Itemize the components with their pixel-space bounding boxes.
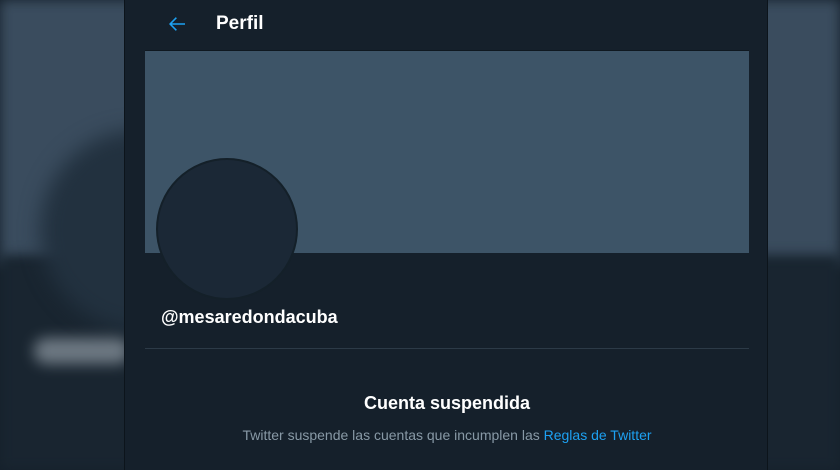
suspension-text: Twitter suspende las cuentas que incumpl… xyxy=(242,427,544,443)
profile-header: Perfil xyxy=(145,0,749,51)
suspension-title: Cuenta suspendida xyxy=(363,393,531,413)
twitter-rules-link[interactable]: Reglas de Twitter xyxy=(544,427,652,443)
blurred-handle xyxy=(34,338,130,364)
divider xyxy=(145,348,749,349)
arrow-left-icon[interactable] xyxy=(165,12,189,36)
page-title: Perfil xyxy=(216,13,264,34)
profile-panel: Perfil @mesaredondacuba Cuenta suspendid… xyxy=(124,0,768,470)
avatar xyxy=(156,158,298,300)
suspension-message: Twitter suspende las cuentas que incumpl… xyxy=(145,427,749,443)
profile-handle: @mesaredondacuba xyxy=(161,307,338,327)
profile-column: Perfil @mesaredondacuba Cuenta suspendid… xyxy=(145,0,749,470)
